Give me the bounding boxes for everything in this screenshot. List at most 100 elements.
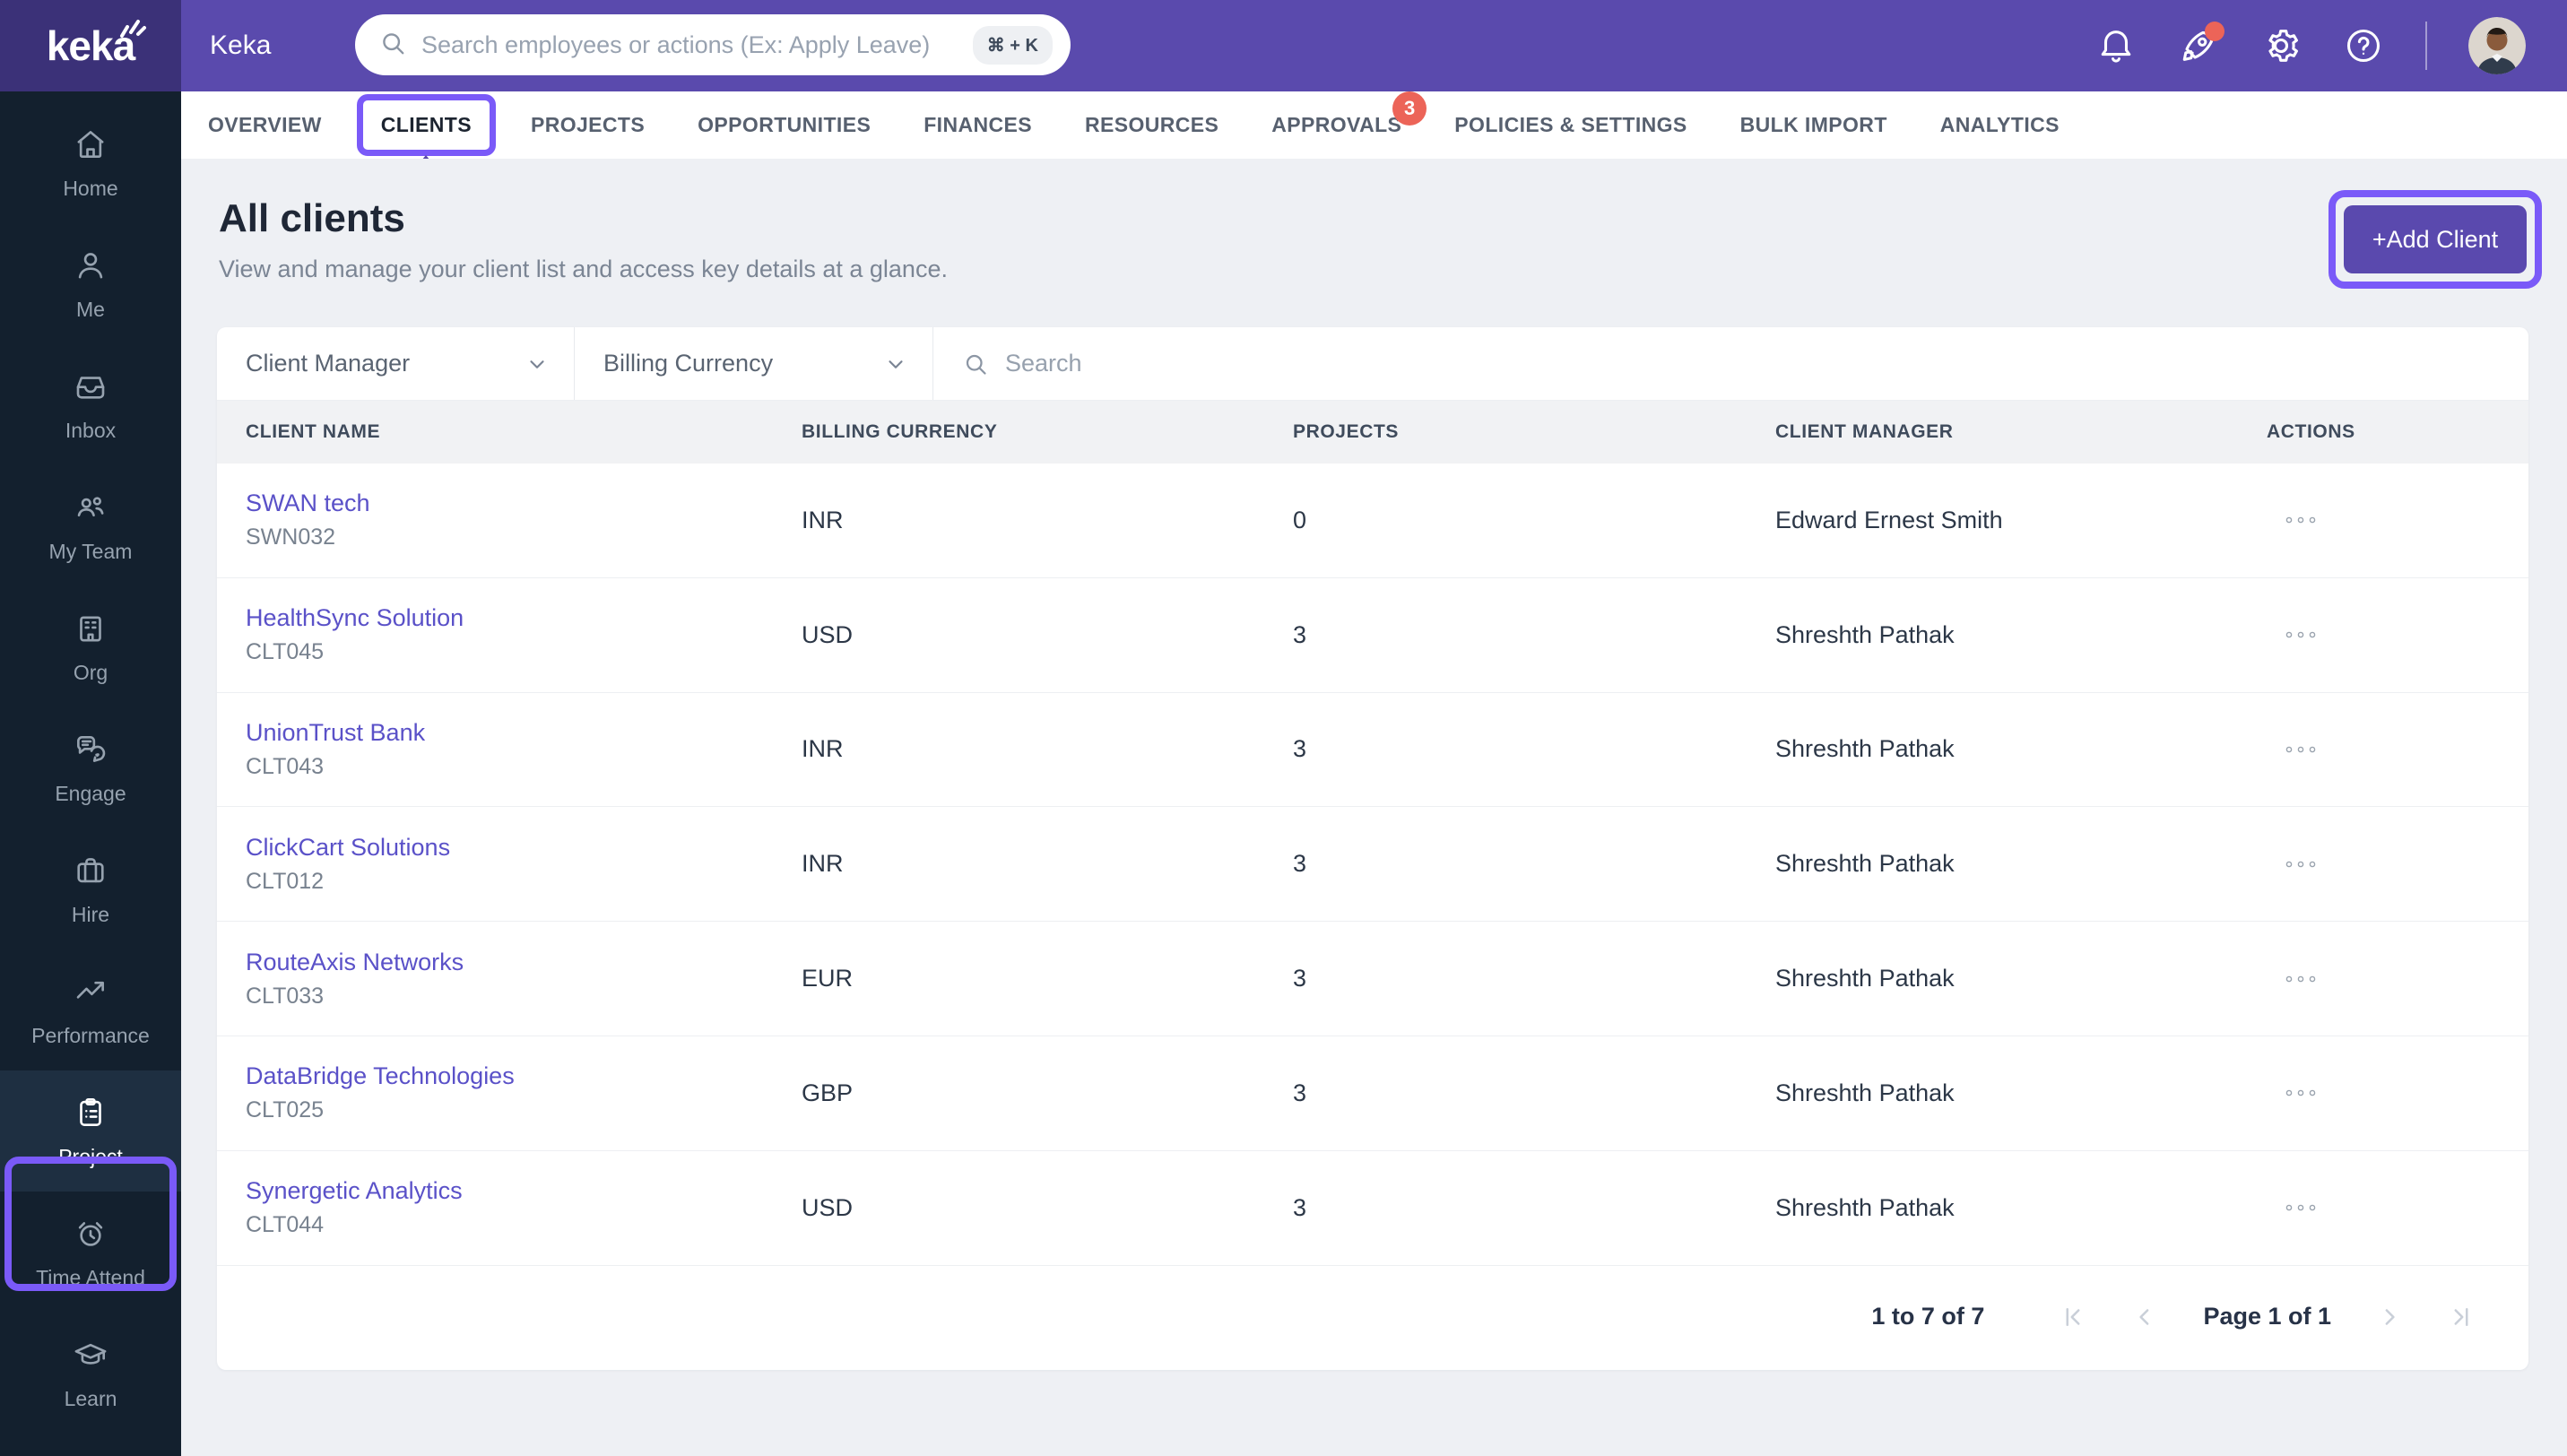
help-icon[interactable] [2343, 25, 2384, 66]
sidebar-item-project[interactable]: Project [0, 1070, 181, 1192]
user-avatar[interactable] [2468, 17, 2526, 74]
client-name-link[interactable]: Synergetic Analytics [246, 1177, 802, 1205]
sidebar-item-time-attend[interactable]: Time Attend [0, 1192, 181, 1313]
sidebar-item-home[interactable]: Home [0, 102, 181, 223]
row-actions-menu-icon[interactable] [2283, 1075, 2337, 1111]
table-row: UnionTrust Bank CLT043 INR 3 Shreshth Pathak [217, 693, 2528, 808]
client-name-link[interactable]: DataBridge Technologies [246, 1062, 802, 1090]
approvals-count-badge: 3 [1392, 91, 1427, 126]
row-actions-menu-icon[interactable] [2283, 846, 2337, 882]
row-actions-menu-icon[interactable] [2283, 732, 2337, 767]
client-manager-cell: Shreshth Pathak [1775, 965, 1955, 992]
keka-logo-spark-icon [117, 14, 147, 46]
tab-resources[interactable]: RESOURCES [1085, 113, 1218, 137]
engage-icon [72, 731, 109, 773]
page-title: All clients [219, 196, 405, 240]
annotation-add-client: +Add Client [2329, 190, 2542, 289]
global-search[interactable]: ⌘ + K [355, 14, 1071, 75]
sidebar-item-label: Home [63, 176, 118, 200]
clients-content: All clients View and manage your client … [181, 159, 2567, 1456]
client-manager-filter[interactable]: Client Manager [217, 327, 575, 400]
sidebar-item-engage[interactable]: Engage [0, 707, 181, 828]
client-code: CLT044 [246, 1212, 325, 1238]
row-actions-menu-icon[interactable] [2283, 1190, 2337, 1226]
client-name-link[interactable]: SWAN tech [246, 490, 802, 517]
billing-currency-cell: USD [802, 620, 854, 648]
rocket-notification-dot [2205, 22, 2224, 41]
column-header-billing-currency: Billing Currency [802, 421, 998, 442]
row-actions-menu-icon[interactable] [2283, 961, 2337, 997]
client-code: CLT045 [246, 639, 325, 665]
sidebar-item-label: Hire [71, 902, 110, 926]
projects-count-cell: 3 [1293, 1079, 1307, 1106]
billing-currency-cell: EUR [802, 965, 854, 992]
sidebar-item-my-team[interactable]: My Team [0, 465, 181, 586]
client-name-link[interactable]: HealthSync Solution [246, 604, 802, 632]
sidebar-item-org[interactable]: Org [0, 586, 181, 707]
next-page-icon[interactable] [2376, 1304, 2403, 1330]
tab-bulk-import[interactable]: BULK IMPORT [1740, 113, 1887, 137]
last-page-icon[interactable] [2448, 1304, 2475, 1330]
table-search-input[interactable] [1005, 350, 2500, 377]
table-search[interactable] [933, 327, 2528, 400]
sidebar-item-inbox[interactable]: Inbox [0, 344, 181, 465]
tab-overview[interactable]: OVERVIEW [208, 113, 322, 137]
projects-count-cell: 3 [1293, 735, 1307, 763]
module-tabs: OVERVIEW CLIENTS PROJECTS OPPORTUNITIES FINA… [181, 91, 2567, 159]
sidebar-nav: Home Me Inbox My Team Org Engage Hire Performan… [0, 91, 181, 1456]
sidebar-item-hire[interactable]: Hire [0, 828, 181, 949]
pagination-page-label: Page 1 of 1 [2203, 1303, 2331, 1330]
topbar-divider [2425, 22, 2427, 70]
keka-logo[interactable]: keka [0, 0, 181, 91]
sidebar-item-label: My Team [48, 539, 133, 563]
billing-currency-cell: INR [802, 506, 844, 533]
row-actions-menu-icon[interactable] [2283, 502, 2337, 538]
column-header-actions: Actions [2267, 421, 2355, 442]
client-manager-cell: Shreshth Pathak [1775, 620, 1955, 648]
tab-policies-settings[interactable]: POLICIES & SETTINGS [1454, 113, 1687, 137]
keka-app-window: keka Keka ⌘ + K [0, 0, 2567, 1456]
tab-analytics[interactable]: ANALYTICS [1940, 113, 2060, 137]
sidebar-item-label: Time Attend [36, 1265, 145, 1289]
billing-currency-filter-label: Billing Currency [603, 350, 774, 377]
sidebar-item-me[interactable]: Me [0, 223, 181, 344]
tab-approvals[interactable]: APPROVALS 3 [1271, 91, 1427, 137]
tab-finances[interactable]: FINANCES [924, 113, 1032, 137]
app-name: Keka [210, 30, 272, 60]
top-bar: keka Keka ⌘ + K [0, 0, 2567, 91]
sidebar-item-performance[interactable]: Performance [0, 949, 181, 1070]
add-client-button[interactable]: +Add Client [2344, 205, 2527, 273]
projects-count-cell: 3 [1293, 965, 1307, 992]
billing-currency-filter[interactable]: Billing Currency [575, 327, 933, 400]
prev-page-icon[interactable] [2131, 1304, 2158, 1330]
gear-icon[interactable] [2260, 25, 2302, 66]
client-code: CLT033 [246, 983, 325, 1009]
pagination-range-label: 1 to 7 of 7 [1871, 1303, 1985, 1330]
bell-icon[interactable] [2095, 25, 2137, 66]
tab-clients[interactable]: CLIENTS [356, 94, 496, 156]
projects-count-cell: 3 [1293, 620, 1307, 648]
table-row: Synergetic Analytics CLT044 USD 3 Shreshth P… [217, 1151, 2528, 1266]
row-actions-menu-icon[interactable] [2283, 617, 2337, 653]
tab-opportunities[interactable]: OPPORTUNITIES [698, 113, 871, 137]
client-name-link[interactable]: UnionTrust Bank [246, 719, 802, 747]
user-icon [72, 247, 109, 289]
sidebar-item-label: Org [73, 660, 108, 684]
client-code: SWN032 [246, 524, 336, 550]
rocket-icon[interactable] [2178, 22, 2224, 66]
table-row: DataBridge Technologies CLT025 GBP 3 Shresht… [217, 1036, 2528, 1151]
tab-projects[interactable]: PROJECTS [531, 113, 645, 137]
topbar-actions [2095, 17, 2567, 74]
page-subtitle: View and manage your client list and acc… [219, 256, 948, 282]
global-search-input[interactable] [421, 30, 973, 59]
sidebar-item-learn[interactable]: Learn [0, 1313, 181, 1434]
pagination-bar: 1 to 7 of 7 Page 1 of 1 [217, 1266, 2528, 1368]
table-header-row: Client Name Billing Currency Projects Cl… [217, 401, 2528, 464]
table-body: SWAN tech SWN032 INR 0 Edward Ernest Smith He… [217, 464, 2528, 1266]
column-header-client-manager: Client Manager [1775, 421, 1954, 442]
first-page-icon[interactable] [2060, 1304, 2086, 1330]
sidebar-items: Home Me Inbox My Team Org Engage Hire Performan… [0, 102, 181, 1434]
billing-currency-cell: INR [802, 850, 844, 878]
client-name-link[interactable]: RouteAxis Networks [246, 949, 802, 976]
client-name-link[interactable]: ClickCart Solutions [246, 834, 802, 862]
